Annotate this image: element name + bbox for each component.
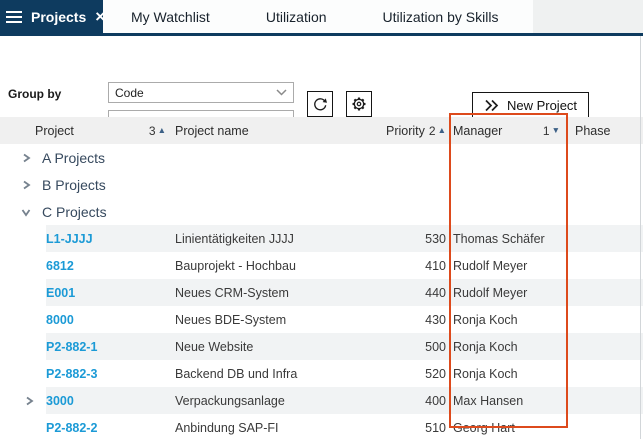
- table-row[interactable]: P2-882-1 Neue Website 500 Ronja Koch: [0, 333, 643, 360]
- group-row[interactable]: C Projects: [0, 198, 643, 225]
- project-name-cell: Bauprojekt - Hochbau: [175, 258, 296, 273]
- toolbar: Group by Code Filter: [0, 36, 643, 131]
- priority-cell: 440: [425, 285, 446, 300]
- project-code-link[interactable]: L1-JJJJ: [46, 232, 175, 246]
- refresh-icon: [314, 98, 328, 111]
- new-project-button[interactable]: New Project: [472, 92, 589, 118]
- group-by-label: Group by: [8, 87, 62, 101]
- table-header: Project 3 ▲ Project name Priority 2 ▲ Mana…: [0, 117, 643, 144]
- priority-cell: 500: [425, 339, 446, 354]
- column-label: Phase: [575, 123, 611, 138]
- column-header-project[interactable]: Project 3 ▲: [0, 124, 175, 138]
- column-label: Project: [35, 123, 74, 138]
- table-row[interactable]: P2-882-3 Backend DB und Infra 520 Ronja Koc…: [0, 360, 643, 387]
- menu-icon[interactable]: [6, 10, 22, 23]
- app-window: Projects × My Watchlist Utilization Utiliz…: [0, 0, 643, 439]
- manager-cell: Rudolf Meyer: [453, 258, 528, 273]
- project-name-cell: Neues BDE-System: [175, 312, 287, 327]
- project-code-link[interactable]: 8000: [46, 313, 175, 327]
- project-name-cell: Neues CRM-System: [175, 285, 289, 300]
- manager-cell: Max Hansen: [453, 393, 524, 408]
- tab-utilization-by-skills[interactable]: Utilization by Skills: [355, 0, 527, 33]
- column-header-manager[interactable]: Manager 1 ▼: [446, 124, 572, 138]
- project-code-link[interactable]: P2-882-3: [46, 367, 175, 381]
- project-code-link[interactable]: P2-882-2: [46, 421, 175, 435]
- project-name-cell: Anbindung SAP-FI: [175, 420, 279, 435]
- table-row[interactable]: E001 Neues CRM-System 440 Rudolf Meyer: [0, 279, 643, 306]
- column-label: Project name: [175, 123, 249, 138]
- manager-cell: Ronja Koch: [453, 339, 518, 354]
- sort-indicator: 3 ▲: [148, 123, 166, 138]
- tab-my-watchlist[interactable]: My Watchlist: [103, 0, 238, 33]
- project-code-link[interactable]: 3000: [46, 394, 175, 408]
- manager-cell: Ronja Koch: [453, 312, 518, 327]
- priority-cell: 400: [425, 393, 446, 408]
- manager-cell: Ronja Koch: [453, 366, 518, 381]
- tab-utilization[interactable]: Utilization: [238, 0, 355, 33]
- settings-button[interactable]: [346, 91, 372, 117]
- group-label: C Projects: [42, 203, 107, 220]
- chevron-right-icon[interactable]: [19, 151, 33, 165]
- table-row[interactable]: 6812 Bauprojekt - Hochbau 410 Rudolf Meyer: [0, 252, 643, 279]
- priority-cell: 430: [425, 312, 446, 327]
- sort-indicator: 2 ▲: [428, 123, 446, 138]
- new-project-label: New Project: [506, 97, 578, 113]
- column-label: Priority: [385, 123, 425, 138]
- tab-projects-label: Projects: [31, 8, 87, 25]
- tab-strip: Projects × My Watchlist Utilization Utiliz…: [0, 0, 643, 36]
- refresh-button[interactable]: [307, 91, 333, 117]
- sort-indicator: 1 ▼: [542, 123, 560, 138]
- group-label: B Projects: [42, 176, 106, 193]
- chevron-right-icon[interactable]: [19, 178, 33, 192]
- group-row[interactable]: A Projects: [0, 144, 643, 171]
- table-row[interactable]: 8000 Neues BDE-System 430 Ronja Koch: [0, 306, 643, 333]
- double-chevron-right-icon: [485, 99, 499, 111]
- priority-cell: 510: [425, 420, 446, 435]
- project-name-cell: Backend DB und Infra: [175, 366, 298, 381]
- table-row[interactable]: P2-882-2 Anbindung SAP-FI 510 Georg Hart: [0, 414, 643, 439]
- group-by-select[interactable]: Code: [108, 82, 294, 103]
- priority-cell: 520: [425, 366, 446, 381]
- manager-cell: Rudolf Meyer: [453, 285, 528, 300]
- project-code-link[interactable]: 6812: [46, 259, 175, 273]
- pane-right-border: [640, 36, 641, 439]
- priority-cell: 410: [425, 258, 446, 273]
- manager-cell: Georg Hart: [453, 420, 515, 435]
- group-label: A Projects: [42, 149, 106, 166]
- column-header-project-name[interactable]: Project name: [175, 124, 365, 138]
- project-code-link[interactable]: P2-882-1: [46, 340, 175, 354]
- project-name-cell: Verpackungsanlage: [175, 393, 285, 408]
- project-name-cell: Linientätigkeiten JJJJ: [175, 231, 294, 246]
- tab-projects[interactable]: Projects ×: [0, 0, 105, 33]
- column-label: Manager: [453, 123, 503, 138]
- table-body: A Projects B Projects C Projects L1-JJJJ Lin…: [0, 144, 643, 439]
- project-code-link[interactable]: E001: [46, 286, 175, 300]
- gear-icon: [352, 97, 366, 111]
- manager-cell: Thomas Schäfer: [453, 231, 545, 246]
- table-row[interactable]: L1-JJJJ Linientätigkeiten JJJJ 530 Thomas S…: [0, 225, 643, 252]
- chevron-down-icon: [276, 89, 287, 96]
- project-name-cell: Neue Website: [175, 339, 254, 354]
- table-row[interactable]: 3000 Verpackungsanlage 400 Max Hansen: [0, 387, 643, 414]
- tab-row: Projects × My Watchlist Utilization Utiliz…: [0, 0, 533, 33]
- group-by-value: Code: [115, 85, 144, 100]
- priority-cell: 530: [425, 231, 446, 246]
- column-header-priority[interactable]: Priority 2 ▲: [365, 124, 446, 138]
- chevron-down-icon[interactable]: [19, 205, 33, 219]
- projects-table: Project 3 ▲ Project name Priority 2 ▲ Mana…: [0, 117, 643, 439]
- group-row[interactable]: B Projects: [0, 171, 643, 198]
- chevron-right-icon[interactable]: [0, 394, 46, 408]
- column-header-phase[interactable]: Phase: [572, 124, 643, 138]
